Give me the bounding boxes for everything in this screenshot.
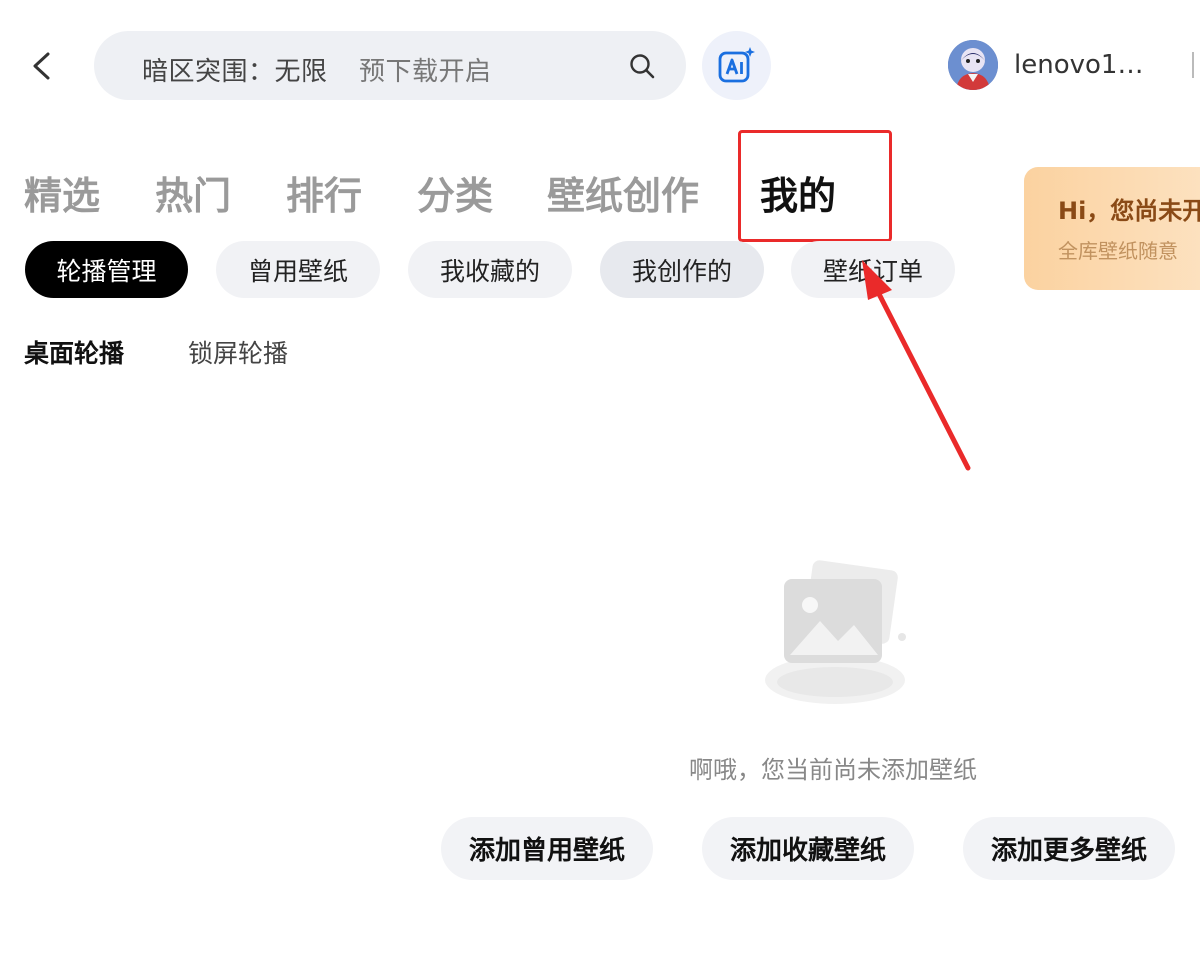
tab-popular[interactable]: 热门 <box>155 165 231 220</box>
promo-title: Hi，您尚未开 <box>1058 197 1200 225</box>
subtab-my-creations[interactable]: 我创作的 <box>600 241 764 298</box>
username[interactable]: lenovo1… <box>1014 50 1143 80</box>
search-hot-term[interactable]: 暗区突围：无限 <box>142 51 328 88</box>
tab-lockscreen-carousel[interactable]: 锁屏轮播 <box>188 334 288 370</box>
empty-state-message: 啊哦，您当前尚未添加壁纸 <box>689 756 977 784</box>
search-icon[interactable] <box>628 52 656 80</box>
tab-categories[interactable]: 分类 <box>417 165 493 220</box>
ai-assistant-button[interactable] <box>702 31 771 100</box>
add-favorite-wallpaper-button[interactable]: 添加收藏壁纸 <box>702 817 914 880</box>
add-more-wallpaper-button[interactable]: 添加更多壁纸 <box>963 817 1175 880</box>
annotation-arrow-icon <box>862 260 971 471</box>
ai-icon <box>718 47 755 83</box>
vip-promo-card[interactable]: Hi，您尚未开 全库壁纸随意 <box>1024 167 1200 290</box>
subtab-used-wallpapers[interactable]: 曾用壁纸 <box>216 241 380 298</box>
tab-wallpaper-creation[interactable]: 壁纸创作 <box>547 165 699 220</box>
promo-subtitle: 全库壁纸随意 <box>1058 239 1178 263</box>
back-button[interactable] <box>22 44 62 88</box>
search-sub-term: 预下载开启 <box>359 57 492 87</box>
empty-image-icon <box>765 560 906 704</box>
tab-featured[interactable]: 精选 <box>24 165 100 220</box>
subtab-carousel-management[interactable]: 轮播管理 <box>25 241 188 298</box>
tab-desktop-carousel[interactable]: 桌面轮播 <box>24 334 124 370</box>
search-bar[interactable]: 暗区突围：无限 预下载开启 <box>94 31 686 100</box>
subtab-my-favorites[interactable]: 我收藏的 <box>408 241 572 298</box>
tab-ranking[interactable]: 排行 <box>286 165 362 220</box>
add-used-wallpaper-button[interactable]: 添加曾用壁纸 <box>441 817 653 880</box>
avatar[interactable] <box>948 40 998 90</box>
user-avatar-icon <box>948 40 998 90</box>
wallpaper-app-page: 暗区突围：无限 预下载开启 lenovo1… 精选 热门 排行 分类 壁纸创作 <box>0 0 1200 978</box>
window-edge-divider <box>1192 52 1194 78</box>
annotation-highlight-box <box>738 130 892 242</box>
chevron-left-icon <box>33 52 50 80</box>
